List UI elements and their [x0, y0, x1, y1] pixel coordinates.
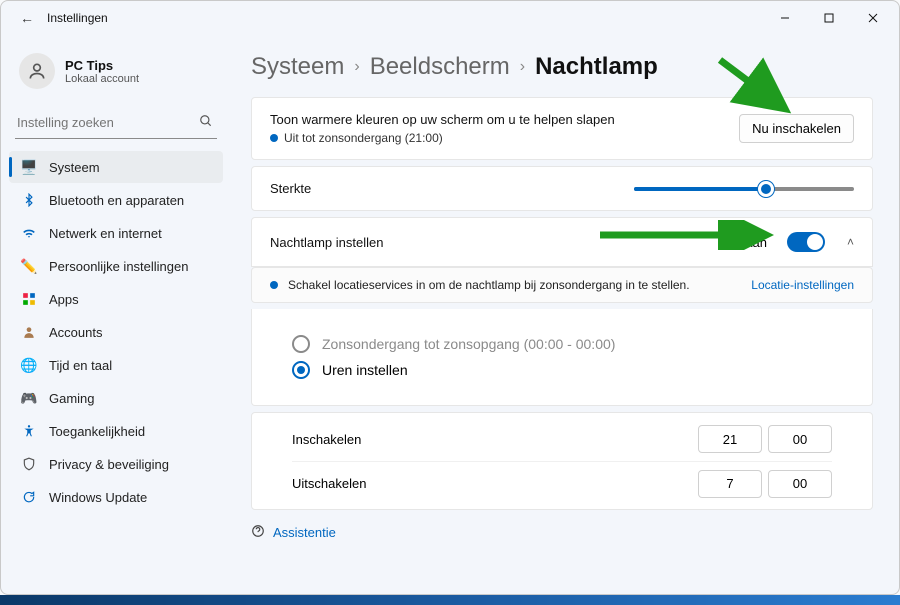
titlebar: ← Instellingen [1, 1, 899, 35]
turn-off-hour[interactable] [698, 470, 762, 498]
radio-icon [292, 335, 310, 353]
shield-icon [21, 456, 37, 472]
sidebar-item-gaming[interactable]: 🎮 Gaming [9, 382, 223, 414]
sidebar-item-label: Tijd en taal [49, 358, 112, 373]
avatar [19, 53, 55, 89]
assistance-link[interactable]: Assistentie [251, 524, 873, 541]
nightlight-status-card: Toon warmere kleuren op uw scherm om u t… [251, 97, 873, 160]
location-settings-link[interactable]: Locatie-instellingen [751, 278, 854, 292]
sidebar-item-label: Apps [49, 292, 79, 307]
bluetooth-icon [21, 192, 37, 208]
turn-off-row: Uitschakelen [292, 461, 832, 505]
crumb-display[interactable]: Beeldscherm [370, 53, 510, 81]
crumb-current: Nachtlamp [535, 53, 658, 81]
strength-label: Sterkte [270, 181, 620, 196]
globe-icon: 🌐 [21, 357, 37, 373]
nav: 🖥️ Systeem Bluetooth en apparaten Netwer… [9, 151, 223, 513]
apps-icon [21, 291, 37, 307]
breadcrumb: Systeem › Beeldscherm › Nachtlamp [251, 53, 873, 81]
assistance-icon [251, 524, 265, 541]
gaming-icon: 🎮 [21, 390, 37, 406]
back-button[interactable]: ← [13, 4, 41, 32]
sidebar-item-personalization[interactable]: ✏️ Persoonlijke instellingen [9, 250, 223, 282]
turn-on-min[interactable] [768, 425, 832, 453]
brush-icon: ✏️ [21, 258, 37, 274]
sidebar-item-label: Netwerk en internet [49, 226, 162, 241]
sidebar-item-bluetooth[interactable]: Bluetooth en apparaten [9, 184, 223, 216]
radio-sunset: Zonsondergang tot zonsopgang (00:00 - 00… [292, 335, 832, 353]
turn-on-hour[interactable] [698, 425, 762, 453]
search-box[interactable] [15, 107, 217, 139]
system-icon: 🖥️ [21, 159, 37, 175]
toggle-state: Aan [744, 235, 767, 250]
accessibility-icon [21, 423, 37, 439]
schedule-options: Zonsondergang tot zonsopgang (00:00 - 00… [251, 309, 873, 406]
location-info-text: Schakel locatieservices in om de nachtla… [288, 278, 690, 292]
maximize-button[interactable] [807, 3, 851, 33]
sidebar-item-label: Systeem [49, 160, 100, 175]
search-input[interactable] [15, 111, 195, 134]
sidebar-item-label: Bluetooth en apparaten [49, 193, 184, 208]
sidebar-item-apps[interactable]: Apps [9, 283, 223, 315]
minimize-button[interactable] [763, 3, 807, 33]
schedule-label: Nachtlamp instellen [270, 235, 730, 250]
strength-card: Sterkte [251, 166, 873, 211]
location-info-strip: Schakel locatieservices in om de nachtla… [251, 267, 873, 303]
chevron-right-icon: › [354, 58, 359, 76]
slider-thumb[interactable] [758, 181, 774, 197]
info-dot-icon [270, 281, 278, 289]
window-title: Instellingen [47, 11, 108, 25]
sidebar-item-label: Accounts [49, 325, 102, 340]
status-dot-icon [270, 134, 278, 142]
settings-window: ← Instellingen PC Tips Lokaal account [0, 0, 900, 595]
sidebar-item-label: Gaming [49, 391, 95, 406]
radio-icon [292, 361, 310, 379]
turn-off-min[interactable] [768, 470, 832, 498]
update-icon [21, 489, 37, 505]
nightlight-status: Uit tot zonsondergang (21:00) [270, 131, 725, 145]
chevron-right-icon: › [520, 58, 525, 76]
sidebar: PC Tips Lokaal account 🖥️ Systeem [1, 35, 231, 594]
nightlight-desc: Toon warmere kleuren op uw scherm om u t… [270, 112, 725, 127]
enable-now-button[interactable]: Nu inschakelen [739, 114, 854, 143]
sidebar-item-label: Persoonlijke instellingen [49, 259, 188, 274]
search-icon [195, 114, 217, 131]
turn-on-row: Inschakelen [292, 417, 832, 461]
wifi-icon [21, 225, 37, 241]
hours-panel: Inschakelen Uitschakelen [251, 412, 873, 510]
sidebar-item-label: Windows Update [49, 490, 147, 505]
taskbar [0, 595, 900, 605]
chevron-up-icon[interactable]: ˄ [847, 235, 854, 249]
window-controls [763, 3, 895, 33]
crumb-system[interactable]: Systeem [251, 53, 344, 81]
schedule-toggle[interactable] [787, 232, 825, 252]
person-icon [21, 324, 37, 340]
sidebar-item-privacy[interactable]: Privacy & beveiliging [9, 448, 223, 480]
strength-slider[interactable] [634, 187, 854, 191]
sidebar-item-accessibility[interactable]: Toegankelijkheid [9, 415, 223, 447]
sidebar-item-label: Privacy & beveiliging [49, 457, 169, 472]
radio-set-hours[interactable]: Uren instellen [292, 361, 832, 379]
main-content: Systeem › Beeldscherm › Nachtlamp Toon w… [231, 35, 899, 594]
turn-off-label: Uitschakelen [292, 476, 692, 491]
close-button[interactable] [851, 3, 895, 33]
sidebar-item-network[interactable]: Netwerk en internet [9, 217, 223, 249]
profile-sub: Lokaal account [65, 73, 139, 85]
schedule-card[interactable]: Nachtlamp instellen Aan ˄ [251, 217, 873, 267]
sidebar-item-time-language[interactable]: 🌐 Tijd en taal [9, 349, 223, 381]
sidebar-item-system[interactable]: 🖥️ Systeem [9, 151, 223, 183]
profile-name: PC Tips [65, 58, 139, 73]
sidebar-item-label: Toegankelijkheid [49, 424, 145, 439]
turn-on-label: Inschakelen [292, 432, 692, 447]
sidebar-item-windows-update[interactable]: Windows Update [9, 481, 223, 513]
profile[interactable]: PC Tips Lokaal account [9, 43, 223, 103]
sidebar-item-accounts[interactable]: Accounts [9, 316, 223, 348]
